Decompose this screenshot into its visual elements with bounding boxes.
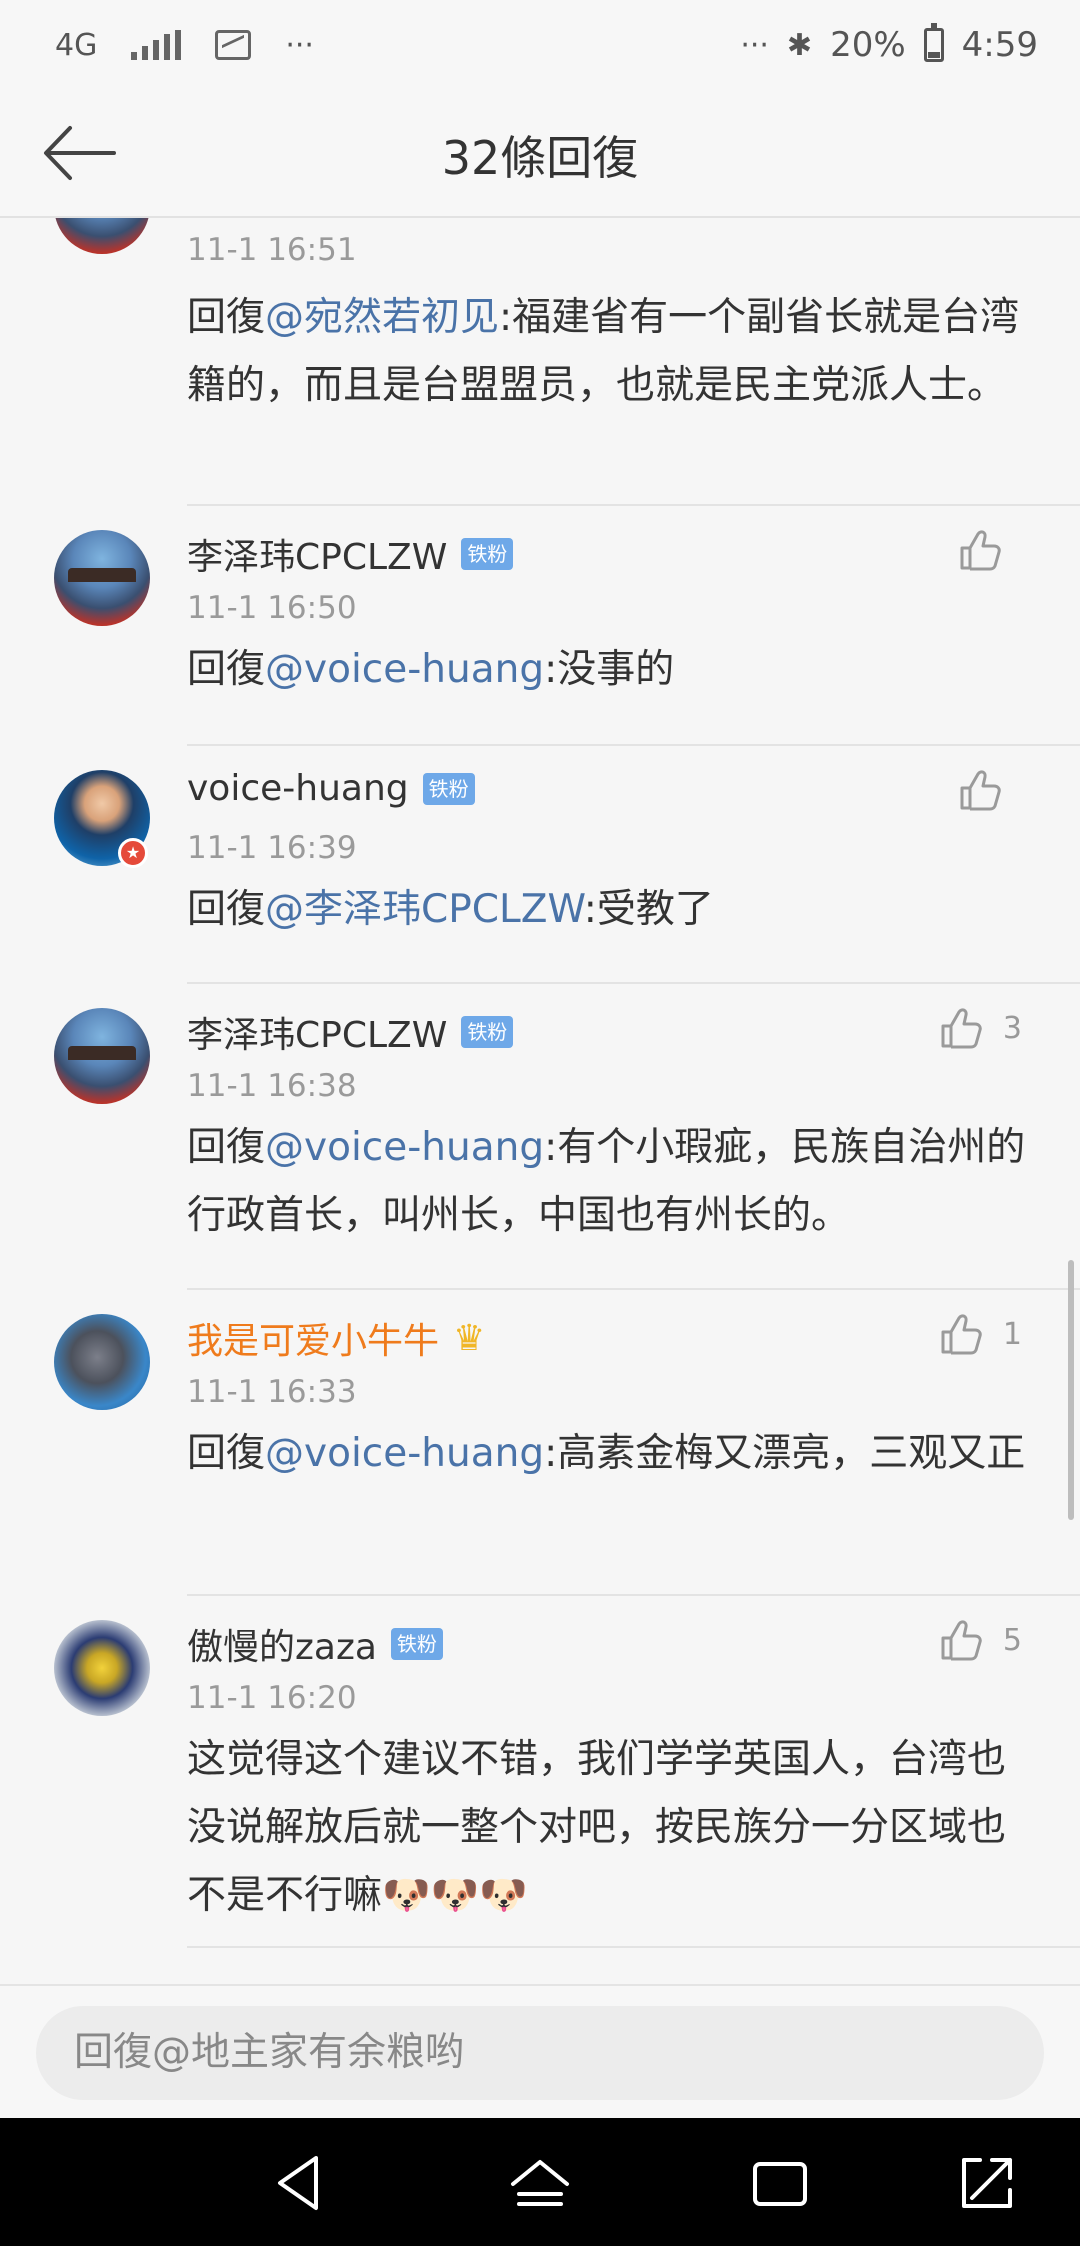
comment-body: 回復@voice-huang:有个小瑕疵，民族自治州的行政首长，叫州长，中国也有… [187,1125,1026,1238]
commenter-name[interactable]: 李泽玮CPCLZW 铁粉 [187,528,514,580]
comment-time: 11-1 16:39 [187,830,357,866]
top-bar: 32條回復 [0,90,1080,218]
commenter-name[interactable]: 傲慢的zaza 铁粉 [187,1618,443,1670]
commenter-name[interactable]: 我是可爱小牛牛 ♛ [187,1312,485,1364]
avatar[interactable] [54,530,150,626]
more-status-icon: ··· [740,27,769,63]
bluetooth-icon: ✱ [786,27,813,63]
emoji-doge: 🐶🐶🐶 [382,1873,528,1918]
avatar[interactable] [54,1620,150,1716]
fan-badge: 铁粉 [461,538,514,570]
nav-home-icon [511,2160,569,2206]
nav-back-button[interactable] [266,2148,336,2218]
comment-item[interactable]: 11-1 16:51 回復@宛然若初见:福建省有一个副省长就是台湾籍的，而且是台… [0,218,1080,506]
comment-list[interactable]: 11-1 16:51 回復@宛然若初见:福建省有一个副省长就是台湾籍的，而且是台… [0,218,1080,1984]
scrollbar[interactable] [1068,1260,1074,1520]
comment-item[interactable]: 傲慢的zaza 铁粉 5 11-1 16:20 这觉得这个建议不错，我们学学英国… [0,1596,1080,1984]
comment-time: 11-1 16:20 [187,1680,357,1716]
like-button[interactable]: 5 [937,1616,1022,1664]
mention-link[interactable]: @voice-huang [265,647,544,692]
thumb-up-icon [960,530,1001,571]
avatar[interactable] [54,1008,150,1104]
reply-input[interactable]: 回復@地主家有余粮哟 [36,2006,1044,2100]
crown-icon: ♛ [453,1317,486,1359]
like-button[interactable] [956,766,1022,814]
page-title: 32條回復 [441,131,639,185]
like-button[interactable]: 1 [937,1310,1022,1358]
thumb-up-icon [941,1314,982,1355]
image-notification-icon [215,30,252,60]
nav-back-icon [278,2156,318,2210]
like-button[interactable]: 3 [937,1004,1022,1052]
comment-body: 这觉得这个建议不错，我们学学英国人，台湾也没说解放后就一整个对吧，按民族分一分区… [187,1737,1007,1918]
nav-home-button[interactable] [505,2148,575,2218]
comment-body: 回復@李泽玮CPCLZW:受教了 [187,887,714,932]
comment-time: 11-1 16:33 [187,1374,357,1410]
comment-body: 回復@voice-huang:高素金梅又漂亮，三观又正 [187,1431,1026,1476]
like-count: 5 [1002,1622,1022,1658]
status-bar: 4G ··· ··· ✱ 20% 4:59 [0,0,1080,90]
thumb-up-icon [941,1620,982,1661]
fan-badge: 铁粉 [422,772,475,805]
fan-badge: 铁粉 [461,1016,514,1048]
avatar[interactable] [54,218,150,254]
nav-rotate-button[interactable] [952,2148,1022,2218]
divider [187,1946,1080,1948]
thumb-up-icon [960,770,1001,811]
fan-badge: 铁粉 [390,1628,443,1660]
battery-icon [923,23,944,62]
verified-badge-icon: ★ [118,838,148,868]
mention-link[interactable]: @李泽玮CPCLZW [265,887,584,932]
nav-recents-button[interactable] [745,2148,815,2218]
comment-time: 11-1 16:38 [187,1068,357,1104]
comment-time: 11-1 16:50 [187,590,357,626]
like-count: 3 [1002,1010,1022,1046]
mention-link[interactable]: @voice-huang [265,1125,544,1170]
comment-time: 11-1 16:51 [187,232,357,268]
comment-item[interactable]: 李泽玮CPCLZW 铁粉 3 11-1 16:38 回復@voice-huang… [0,984,1080,1290]
nav-recents-icon [753,2162,807,2206]
mention-link[interactable]: @voice-huang [265,1431,544,1476]
reply-bar: 回復@地主家有余粮哟 [0,1984,1080,2118]
like-count: 1 [1002,1316,1022,1352]
navigation-bar [0,2118,1080,2246]
more-notifications-icon: ··· [285,27,314,63]
comment-item[interactable]: 我是可爱小牛牛 ♛ 1 11-1 16:33 回復@voice-huang:高素… [0,1290,1080,1596]
battery-percent: 20% [830,25,906,65]
comment-item[interactable]: 李泽玮CPCLZW 铁粉 11-1 16:50 回復@voice-huang:没… [0,506,1080,746]
clock: 4:59 [961,25,1038,65]
comment-body: 回復@宛然若初见:福建省有一个副省长就是台湾籍的，而且是台盟盟员，也就是民主党派… [187,295,1020,408]
signal-icon [131,30,182,60]
thumb-up-icon [941,1008,982,1049]
comment-body: 回復@voice-huang:没事的 [187,647,675,692]
network-type-label: 4G [55,27,98,63]
avatar[interactable] [54,1314,150,1410]
like-button[interactable] [956,526,1022,574]
nav-rotate-icon [962,2158,1012,2208]
commenter-name[interactable]: 李泽玮CPCLZW 铁粉 [187,1006,514,1058]
commenter-name[interactable]: voice-huang 铁粉 [187,768,475,809]
comment-item[interactable]: ★ voice-huang 铁粉 11-1 16:39 回復@李泽玮CPCLZW… [0,746,1080,984]
mention-link[interactable]: @宛然若初见 [265,295,499,340]
